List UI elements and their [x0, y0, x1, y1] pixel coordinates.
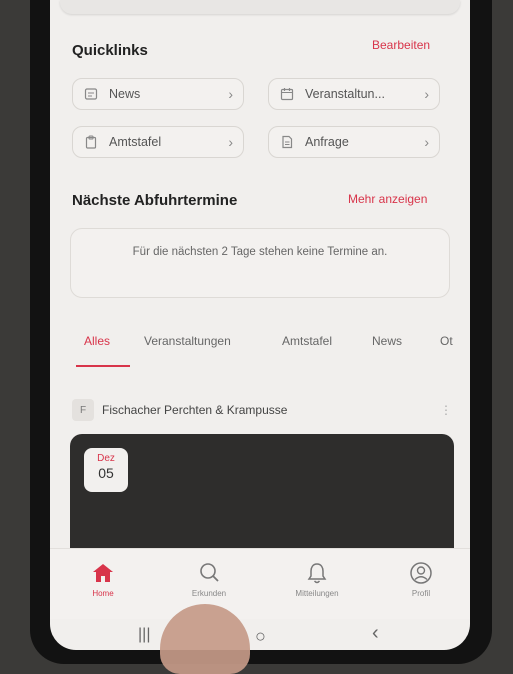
system-navigation: ||| ○ ‹ [50, 622, 470, 650]
quicklink-news-button[interactable]: News › [72, 78, 244, 110]
quicklink-events-button[interactable]: Veranstaltun... › [268, 78, 440, 110]
quicklink-label: Amtstafel [109, 135, 162, 149]
bottom-navigation: Home Erkunden Mitteilungen Profil [50, 548, 470, 619]
nav-label: Erkunden [191, 589, 227, 598]
nav-label: Home [92, 589, 114, 598]
search-icon [200, 563, 219, 582]
nav-profile[interactable]: Profil [386, 561, 456, 598]
show-more-link[interactable]: Mehr anzeigen [348, 192, 427, 206]
more-options-icon[interactable]: ⋮ [440, 403, 452, 417]
event-card[interactable]: Dez 05 [70, 434, 454, 558]
quicklink-amtstafel-button[interactable]: Amtstafel › [72, 126, 244, 158]
chevron-right-icon: › [424, 86, 429, 102]
nav-label: Mitteilungen [295, 589, 339, 598]
category-tabs: Alles Veranstaltungen Amtstafel News Ot [50, 330, 470, 370]
collections-title: Nächste Abfuhrtermine [72, 192, 238, 209]
source-avatar: F [72, 399, 94, 421]
event-date-badge: Dez 05 [84, 448, 128, 492]
nav-explore[interactable]: Erkunden [174, 561, 244, 598]
back-button[interactable]: ‹ [372, 622, 379, 645]
home-button[interactable]: ○ [255, 626, 266, 647]
nav-notifications[interactable]: Mitteilungen [282, 561, 352, 598]
calendar-icon [279, 87, 295, 101]
app-screen: Quicklinks Bearbeiten News › Veranstaltu… [50, 0, 470, 650]
tab-alles[interactable]: Alles [84, 334, 110, 348]
top-card [60, 0, 460, 14]
quicklink-anfrage-button[interactable]: Anfrage › [268, 126, 440, 158]
chevron-right-icon: › [228, 86, 233, 102]
quicklink-label: News [109, 87, 141, 101]
event-month: Dez [97, 453, 115, 464]
clipboard-icon [83, 135, 99, 149]
quicklink-label: Veranstaltun... [305, 87, 385, 101]
empty-collections-message: Für die nächsten 2 Tage stehen keine Ter… [70, 228, 450, 298]
edit-quicklinks-link[interactable]: Bearbeiten [372, 38, 430, 52]
quicklink-label: Anfrage [305, 135, 349, 149]
bell-icon [307, 563, 327, 584]
feed-source-title: Fischacher Perchten & Krampusse [102, 403, 288, 417]
document-icon [279, 135, 295, 149]
tab-amtstafel[interactable]: Amtstafel [282, 334, 332, 348]
event-day: 05 [98, 465, 114, 481]
nav-home[interactable]: Home [68, 561, 138, 598]
chevron-right-icon: › [424, 134, 429, 150]
tab-veranstaltungen[interactable]: Veranstaltungen [144, 334, 231, 348]
feed-source-row[interactable]: F Fischacher Perchten & Krampusse ⋮ [72, 396, 452, 424]
tab-news[interactable]: News [372, 334, 402, 348]
quicklinks-title: Quicklinks [72, 42, 148, 59]
newspaper-icon [83, 87, 99, 101]
home-icon [93, 564, 113, 582]
chevron-right-icon: › [228, 134, 233, 150]
tab-other[interactable]: Ot [440, 334, 453, 348]
nav-label: Profil [411, 589, 431, 598]
user-icon [410, 562, 432, 584]
recents-button[interactable]: ||| [138, 626, 150, 644]
active-tab-indicator [76, 365, 130, 367]
